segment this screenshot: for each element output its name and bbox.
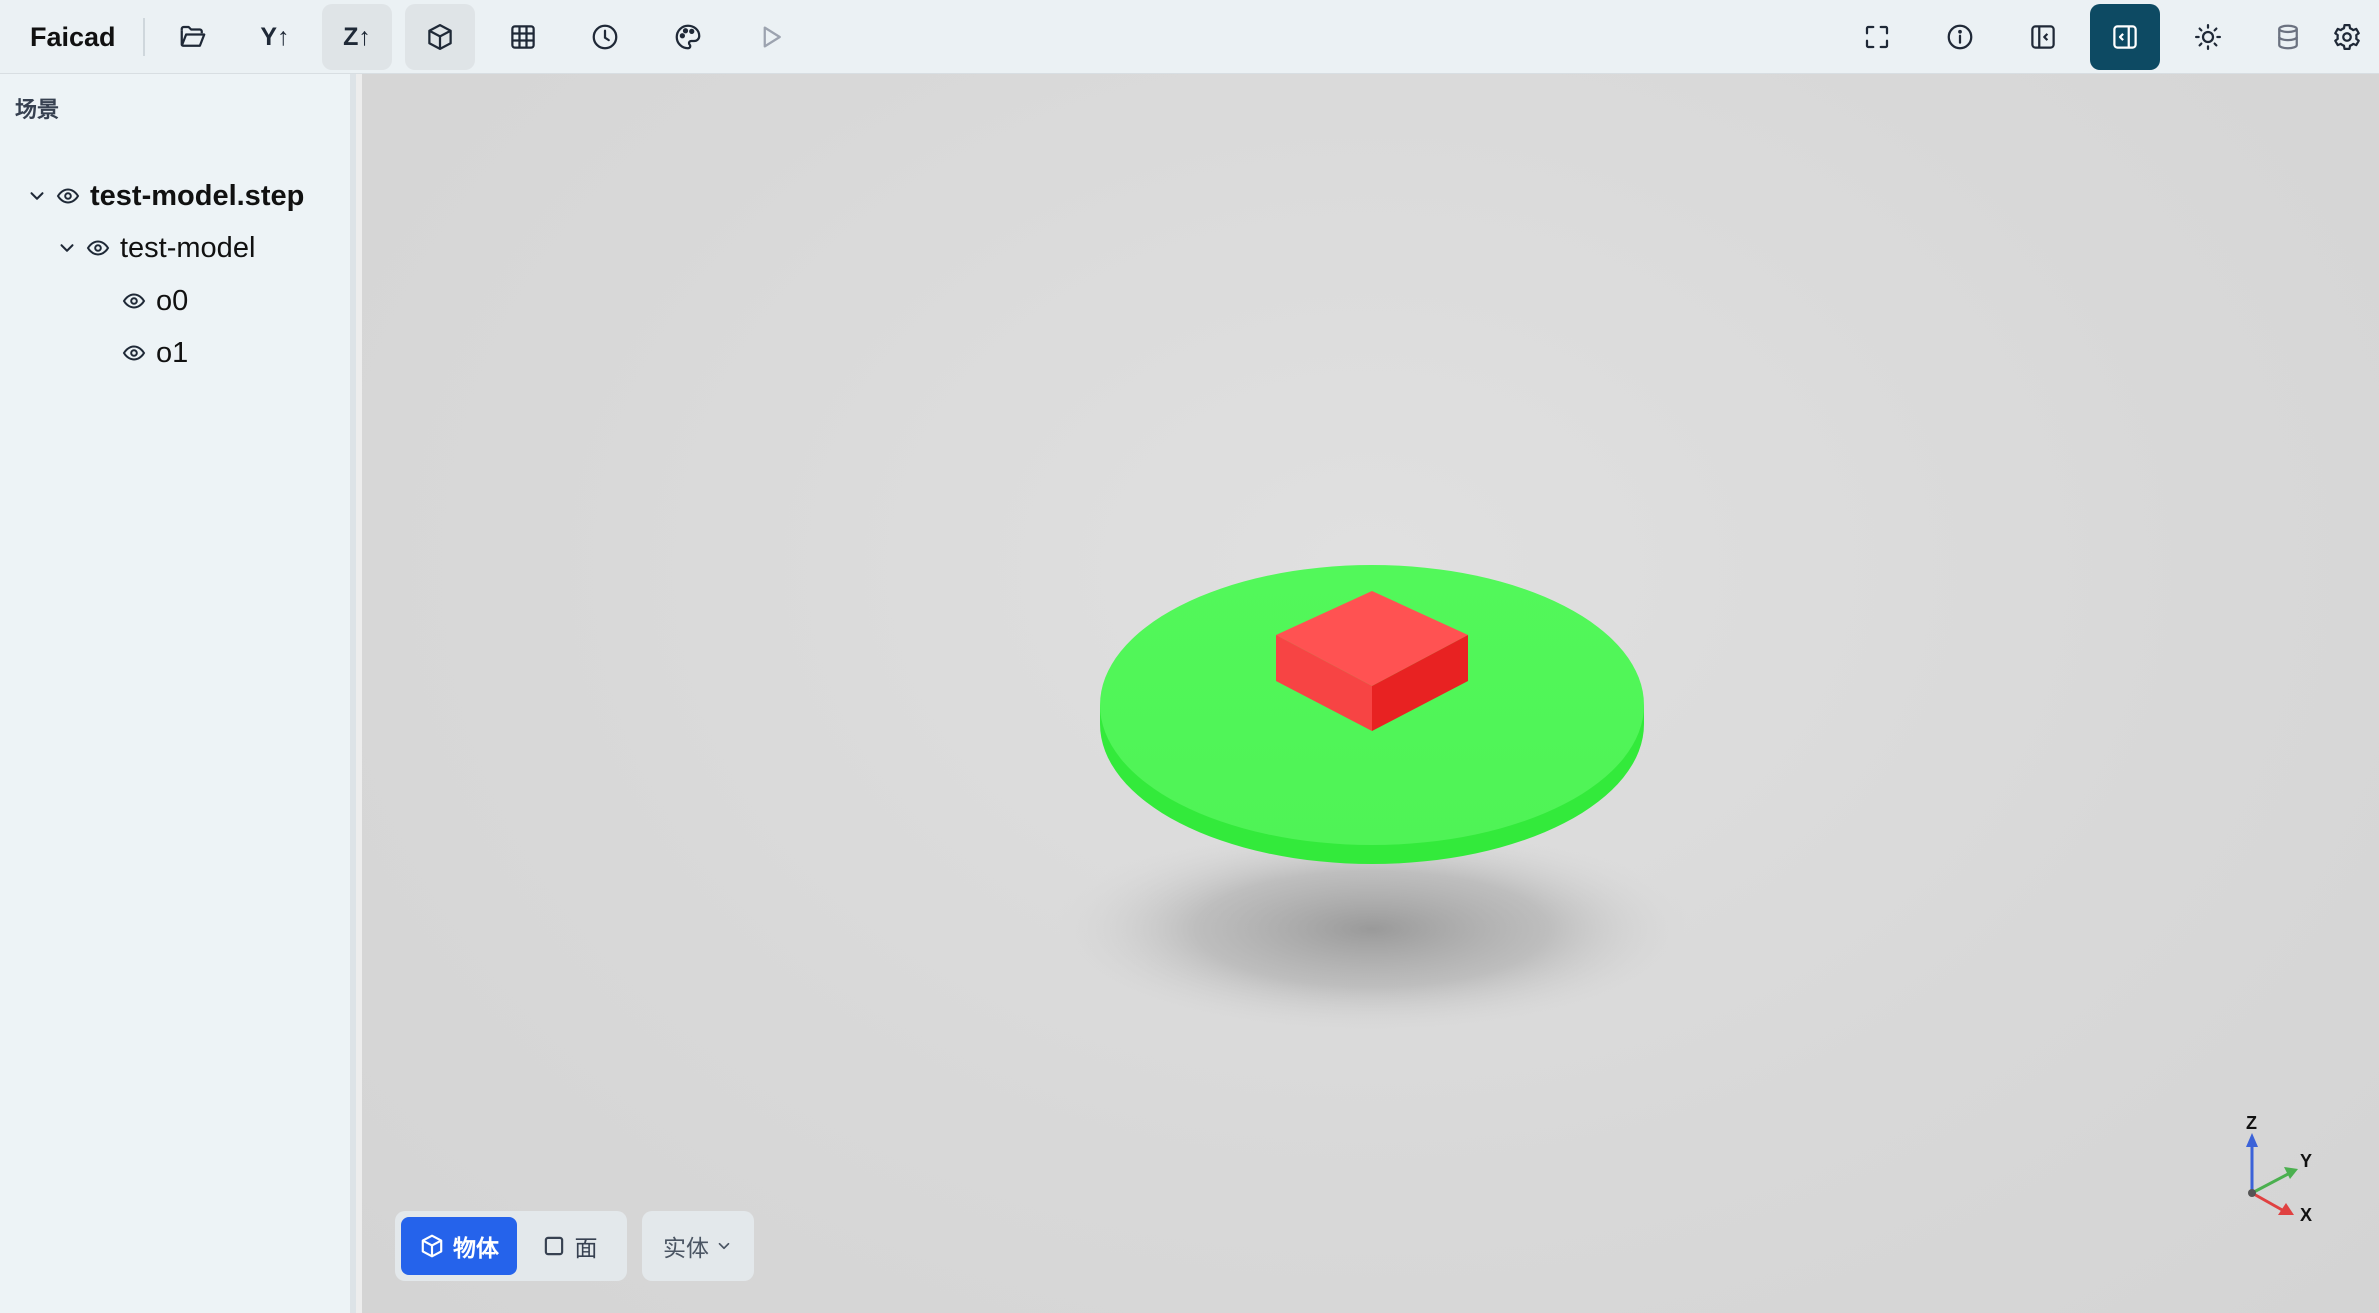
settings-button[interactable] — [2315, 4, 2379, 70]
tree-item-label: test-model — [120, 231, 256, 264]
tree-item-label: o1 — [156, 336, 189, 369]
z-up-button[interactable]: Z↑ — [322, 4, 392, 70]
eye-icon[interactable] — [56, 184, 80, 208]
chevron-down-icon[interactable] — [26, 185, 48, 207]
grid-icon — [511, 25, 535, 49]
z-up-label: Z↑ — [343, 22, 371, 51]
toggle-right-panel-button[interactable] — [2090, 4, 2160, 70]
app-title: Faicad — [30, 22, 116, 52]
display-mode-value: 实体 — [663, 1236, 709, 1262]
open-file-button[interactable] — [158, 4, 228, 70]
square-icon — [544, 1236, 563, 1256]
scene-sidebar: 场景 test-model.step test-model o0 o1 — [0, 74, 356, 1313]
y-up-button[interactable]: Y↑ — [240, 4, 310, 70]
tree-item-test-model[interactable]: test-model — [56, 228, 255, 268]
appearance-button[interactable] — [653, 4, 723, 70]
view-cube-button[interactable] — [405, 4, 475, 70]
tree-item-test-model-step[interactable]: test-model.step — [26, 176, 304, 216]
clock-icon — [592, 24, 618, 50]
folder-open-icon — [180, 25, 206, 47]
gear-icon — [2334, 24, 2360, 50]
cube-icon — [421, 1234, 443, 1258]
chevron-down-icon — [718, 1242, 730, 1250]
sun-icon — [2195, 24, 2221, 50]
cube-icon — [428, 24, 452, 50]
panel-left-icon — [2031, 25, 2055, 49]
sidebar-title: 场景 — [15, 98, 60, 123]
display-mode-select[interactable]: 实体 — [642, 1211, 754, 1281]
theme-toggle-button[interactable] — [2173, 4, 2243, 70]
select-object-button[interactable]: 物体 — [401, 1217, 517, 1275]
grid-button[interactable] — [488, 4, 558, 70]
palette-icon — [675, 24, 701, 50]
database-icon — [2278, 24, 2298, 50]
select-face-button[interactable]: 面 — [521, 1217, 617, 1275]
panel-right-icon — [2113, 25, 2137, 49]
fullscreen-button[interactable] — [1842, 4, 1912, 70]
tree-item-o0[interactable]: o0 — [122, 281, 188, 321]
axis-x-label: X — [2300, 1205, 2312, 1225]
eye-icon[interactable] — [86, 236, 110, 260]
run-button[interactable] — [736, 4, 806, 70]
top-toolbar: Faicad Y↑ Z↑ — [0, 0, 2379, 74]
axis-z-label: Z — [2246, 1115, 2257, 1133]
y-up-label: Y↑ — [260, 22, 290, 51]
axis-triad: Z Y X — [2246, 1115, 2312, 1225]
select-object-label: 物体 — [453, 1236, 499, 1262]
select-face-label: 面 — [574, 1236, 598, 1262]
selection-mode-group: 物体 面 — [395, 1211, 627, 1281]
model-scene[interactable] — [362, 74, 2379, 1313]
info-icon — [1947, 24, 1973, 50]
eye-icon[interactable] — [122, 289, 146, 313]
toggle-left-panel-button[interactable] — [2008, 4, 2078, 70]
fullscreen-icon — [1865, 25, 1889, 49]
eye-icon[interactable] — [122, 341, 146, 365]
database-button[interactable] — [2253, 4, 2323, 70]
tree-item-label: o0 — [156, 284, 189, 317]
tree-item-label: test-model.step — [90, 179, 305, 212]
3d-viewport[interactable]: Z Y X — [362, 74, 2379, 1313]
axis-y-label: Y — [2300, 1151, 2312, 1171]
toolbar-divider — [143, 18, 145, 56]
play-icon — [763, 26, 781, 48]
info-button[interactable] — [1925, 4, 1995, 70]
chevron-down-icon[interactable] — [56, 237, 78, 259]
tree-item-o1[interactable]: o1 — [122, 333, 188, 373]
history-button[interactable] — [570, 4, 640, 70]
